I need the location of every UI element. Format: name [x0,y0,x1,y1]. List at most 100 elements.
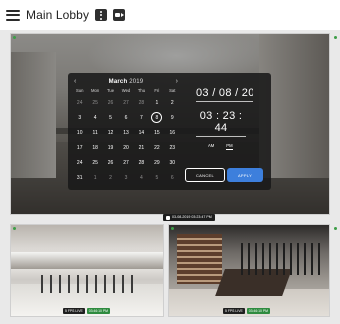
calendar-day-number: 9 [170,114,174,121]
calendar-day[interactable]: 25 [87,155,102,170]
calendar-day[interactable]: 24 [72,155,87,170]
calendar-icon [166,215,170,220]
month-label: March [108,78,128,85]
calendar-day[interactable]: 6 [165,170,180,185]
weekday-label: Thu [137,88,146,93]
calendar-day[interactable]: 3 [118,170,133,185]
calendar-day-number: 27 [123,159,129,166]
calendar-day-number: 6 [170,174,174,181]
calendar-day-number: 31 [76,174,83,181]
calendar-day-number: 1 [93,174,97,181]
am-option[interactable]: AM [208,143,214,150]
calendar-day[interactable]: 23 [165,140,180,155]
calendar-day-selected[interactable]: 8 [149,110,164,125]
calendar-day[interactable]: 19 [103,140,118,155]
menu-icon[interactable] [6,9,20,21]
calendar-day[interactable]: 10 [72,125,87,140]
calendar-day[interactable]: 9 [165,110,180,125]
calendar-day[interactable]: 26 [103,155,118,170]
calendar-day[interactable]: 20 [118,140,133,155]
calendar-day[interactable]: 2 [165,95,180,110]
weekday-label: Wed [121,88,131,93]
calendar-day[interactable]: 16 [165,125,180,140]
calendar-day[interactable]: 28 [134,155,149,170]
pane-indicator-dot [13,227,16,230]
calendar-day[interactable]: 7 [134,110,149,125]
calendar-day[interactable]: 5 [103,110,118,125]
calendar-day-number: 5 [155,174,159,181]
calendar-day[interactable]: 3 [72,110,87,125]
calendar-day[interactable]: 12 [103,125,118,140]
calendar-day[interactable]: 17 [72,140,87,155]
date-time-fields: 03 / 08 / 2019 03 : 23 : 44 AM PM [196,87,266,150]
camera-icon [114,13,124,17]
camera-view-button[interactable] [113,9,126,21]
weekday-label: Tue [107,88,115,93]
calendar-day[interactable]: 25 [87,95,102,110]
calendar-day[interactable]: 13 [118,125,133,140]
timestamp-label: 03-08-2019 03:23:47 PM [172,215,212,219]
calendar-day[interactable]: 27 [118,155,133,170]
month-year-label: March 2019 [109,79,144,85]
calendar-day[interactable]: 29 [149,155,164,170]
calendar-day[interactable]: 2 [103,170,118,185]
calendar-day-number: 18 [92,144,98,151]
calendar-day[interactable]: 22 [149,140,164,155]
calendar-header: ‹ March 2019 › [72,77,180,86]
calendar: ‹ March 2019 › Sun Mon Tue Wed Thu Fri Sat 24 2… [72,77,180,185]
weekday-label: Fri [154,88,160,93]
previous-month-icon[interactable]: ‹ [74,77,76,86]
calendar-day-number: 25 [92,159,98,166]
apply-button[interactable]: APPLY [227,168,263,182]
camera-pane-store[interactable]: 5 FPS LIVE 03:46:10 PM [168,224,330,317]
calendar-day[interactable]: 28 [134,95,149,110]
calendar-day[interactable]: 14 [134,125,149,140]
live-time-label: 03:46:10 PM [246,308,270,314]
calendar-day-number: 12 [107,129,114,136]
calendar-day-number: 21 [138,144,145,151]
calendar-day-number: 10 [76,129,83,136]
calendar-day[interactable]: 24 [72,95,87,110]
calendar-day[interactable]: 31 [72,170,87,185]
calendar-day[interactable]: 27 [118,95,133,110]
calendar-day-number: 16 [169,129,176,136]
pane-indicator-dot [334,227,337,230]
calendar-day-number: 8 [151,112,163,123]
calendar-day-number: 28 [138,99,145,106]
year-label: 2019 [129,78,144,85]
calendar-day[interactable]: 4 [87,110,102,125]
next-month-icon[interactable]: › [176,77,178,86]
calendar-day-number: 3 [124,174,128,181]
cancel-button[interactable]: CANCEL [185,168,225,182]
calendar-day[interactable]: 6 [118,110,133,125]
live-status: 5 FPS LIVE 03:46:10 PM [223,308,270,314]
calendar-day-number: 2 [170,99,174,106]
calendar-day[interactable]: 4 [134,170,149,185]
pm-option[interactable]: PM [226,143,233,150]
pane-indicator-dot [171,227,174,230]
calendar-day[interactable]: 18 [87,140,102,155]
calendar-day[interactable]: 30 [165,155,180,170]
calendar-day-number: 4 [93,114,97,121]
calendar-day-number: 11 [92,129,98,136]
calendar-day[interactable]: 11 [87,125,102,140]
calendar-day-number: 29 [154,159,160,166]
calendar-day-number: 4 [140,174,143,181]
camera-pane-atrium[interactable]: 5 FPS LIVE 03:46:10 PM [10,224,164,317]
date-input[interactable]: 03 / 08 / 2019 [196,87,253,102]
calendar-day[interactable]: 21 [134,140,149,155]
calendar-day[interactable]: 26 [103,95,118,110]
more-options-button[interactable] [95,9,108,21]
am-pm-toggle: AM PM [196,143,266,150]
kebab-icon [100,10,103,20]
calendar-day[interactable]: 15 [149,125,164,140]
weekday-label: Sat [169,88,176,93]
calendar-day-number: 1 [155,99,159,106]
calendar-day[interactable]: 5 [149,170,164,185]
calendar-day[interactable]: 1 [149,95,164,110]
time-input[interactable]: 03 : 23 : 44 [196,110,246,137]
calendar-day-number: 14 [138,129,145,136]
calendar-day-number: 19 [107,144,114,151]
calendar-day[interactable]: 1 [87,170,102,185]
atrium-camera-feed [11,225,163,316]
